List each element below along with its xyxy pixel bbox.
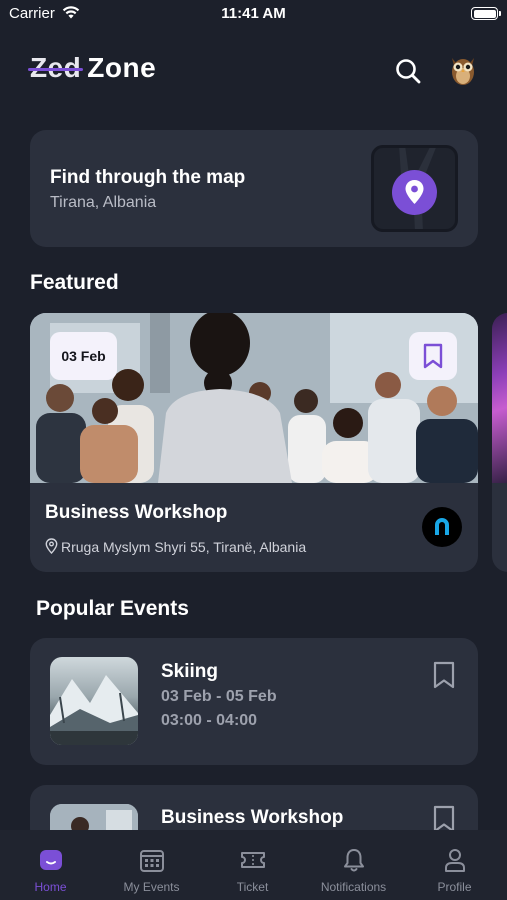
avatar-owl-icon[interactable] [448, 54, 478, 86]
popular-event-item[interactable]: Skiing 03 Feb - 05 Feb 03:00 - 04:00 [30, 638, 478, 765]
app-header: Zed Zone [30, 48, 477, 90]
organizer-logo-icon[interactable] [422, 507, 462, 547]
tab-profile[interactable]: Profile [404, 830, 505, 900]
bookmark-icon [423, 343, 443, 369]
featured-event-address: Rruga Myslym Shyri 55, Tiranë, Albania [61, 539, 307, 555]
bottom-tab-bar: Home My Events Ticket Notifications Prof… [0, 830, 507, 900]
ski-scene-image [50, 675, 138, 745]
bell-icon [343, 849, 364, 872]
status-bar: Carrier 11:41 AM [0, 0, 507, 30]
map-card-title: Find through the map [50, 167, 246, 188]
tab-label: Ticket [236, 880, 269, 894]
calendar-icon [139, 850, 164, 872]
map-thumbnail[interactable] [371, 145, 458, 232]
featured-bookmark-button[interactable] [409, 332, 457, 380]
popular-events-heading: Popular Events [36, 597, 189, 620]
tab-ticket[interactable]: Ticket [202, 830, 303, 900]
tab-my-events[interactable]: My Events [101, 830, 202, 900]
tab-notifications[interactable]: Notifications [303, 830, 404, 900]
home-icon [39, 850, 62, 870]
tab-label: Home [34, 880, 67, 894]
location-pin-icon [392, 170, 437, 215]
event-name: Business Workshop [161, 807, 344, 828]
featured-heading: Featured [30, 271, 119, 294]
map-card-location: Tirana, Albania [50, 194, 157, 211]
event-thumbnail [50, 657, 138, 745]
app-logo: Zed Zone [30, 52, 156, 84]
featured-event-title: Business Workshop [45, 502, 228, 523]
location-outline-icon [45, 538, 58, 555]
next-featured-card[interactable] [492, 313, 507, 572]
next-featured-image [492, 313, 507, 483]
tab-label: My Events [123, 880, 180, 894]
event-times: 03:00 - 04:00 [161, 712, 258, 729]
tab-label: Profile [437, 880, 472, 894]
battery-icon [471, 7, 501, 20]
featured-event-location: Rruga Myslym Shyri 55, Tiranë, Albania [45, 538, 306, 555]
event-date-badge: 03 Feb [50, 332, 117, 380]
event-dates: 03 Feb - 05 Feb [161, 688, 277, 705]
tab-label: Notifications [320, 880, 387, 894]
find-on-map-card[interactable]: Find through the map Tirana, Albania [30, 130, 478, 247]
bookmark-icon[interactable] [432, 805, 456, 833]
logo-text: Zone [87, 52, 157, 83]
search-icon[interactable] [393, 56, 423, 86]
logo-strike-text: Zed [30, 52, 82, 83]
tab-home[interactable]: Home [0, 830, 101, 900]
ticket-icon [240, 852, 265, 868]
event-name: Skiing [161, 661, 219, 682]
bookmark-icon[interactable] [432, 661, 456, 689]
featured-event-image: 03 Feb [30, 313, 478, 483]
clock: 11:41 AM [221, 5, 286, 22]
user-icon [444, 849, 465, 872]
featured-event-card[interactable]: 03 Feb Business Workshop Rruga Myslym Sh… [30, 313, 478, 572]
